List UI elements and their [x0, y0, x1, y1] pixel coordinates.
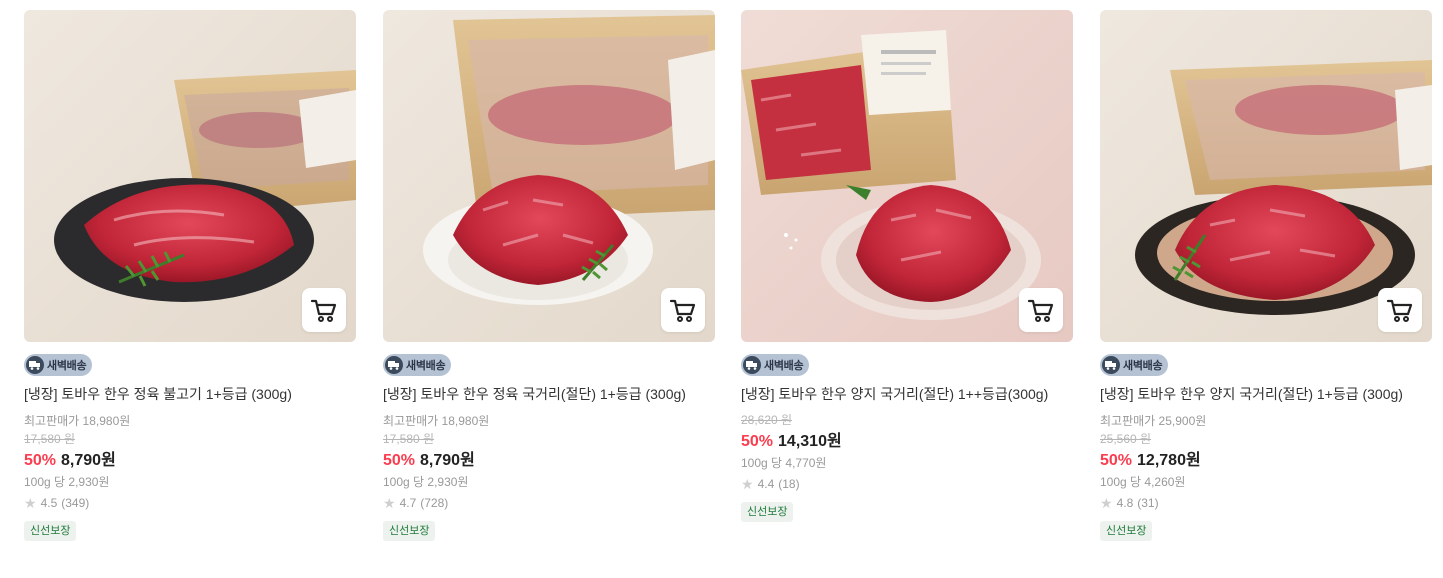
- badge-label: 새벽배송: [1123, 360, 1163, 372]
- product-image[interactable]: [24, 10, 356, 342]
- product-title[interactable]: [냉장] 토바우 한우 정육 국거리(절단) 1+등급 (300g): [383, 385, 715, 403]
- unit-price: 100g 당 4,260원: [1100, 475, 1186, 489]
- review-count: (18): [778, 477, 800, 491]
- price-row: 50% 14,310원: [741, 431, 1073, 453]
- product-title[interactable]: [냉장] 토바우 한우 양지 국거리(절단) 1++등급(300g): [741, 385, 1073, 403]
- product-image[interactable]: [383, 10, 715, 342]
- original-price: 17,580 원: [383, 432, 435, 446]
- dawn-delivery-badge: 새벽배송: [1100, 354, 1169, 376]
- product-card[interactable]: 새벽배송 [냉장] 토바우 한우 정육 국거리(절단) 1+등급 (300g) …: [383, 10, 715, 541]
- sale-price: 12,780원: [1137, 452, 1201, 469]
- price-row: 50% 12,780원: [1100, 450, 1432, 472]
- best-price: 최고판매가 25,900원: [1100, 414, 1207, 428]
- star-icon: ★: [383, 495, 396, 511]
- product-title[interactable]: [냉장] 토바우 한우 양지 국거리(절단) 1+등급 (300g): [1100, 385, 1432, 403]
- truck-icon: [26, 356, 44, 374]
- rating: ★ 4.5 (349): [24, 496, 356, 510]
- discount-rate: 50%: [741, 433, 774, 450]
- unit-price: 100g 당 4,770원: [741, 456, 827, 470]
- product-image[interactable]: [1100, 10, 1432, 342]
- discount-rate: 50%: [1100, 452, 1133, 469]
- truck-icon: [1102, 356, 1120, 374]
- fresh-guarantee-tag: 신선보장: [383, 521, 436, 541]
- sale-price: 14,310원: [778, 433, 842, 450]
- rating-score: 4.5: [40, 496, 58, 510]
- review-count: (349): [61, 496, 90, 510]
- review-count: (728): [420, 496, 449, 510]
- sale-price: 8,790원: [61, 452, 116, 469]
- fresh-guarantee-tag: 신선보장: [24, 521, 77, 541]
- add-to-cart-button[interactable]: [661, 288, 705, 332]
- product-grid: 새벽배송 [냉장] 토바우 한우 정육 불고기 1+등급 (300g) 최고판매…: [0, 0, 1443, 578]
- rating-score: 4.4: [757, 477, 775, 491]
- original-price: 28,620 원: [741, 413, 793, 427]
- star-icon: ★: [24, 495, 37, 511]
- review-count: (31): [1137, 496, 1159, 510]
- discount-rate: 50%: [383, 452, 416, 469]
- rating: ★ 4.7 (728): [383, 496, 715, 510]
- product-card[interactable]: 새벽배송 [냉장] 토바우 한우 양지 국거리(절단) 1+등급 (300g) …: [1100, 10, 1432, 541]
- best-price: 최고판매가 18,980원: [383, 414, 490, 428]
- truck-icon: [743, 356, 761, 374]
- unit-price: 100g 당 2,930원: [24, 475, 110, 489]
- product-card[interactable]: 새벽배송 [냉장] 토바우 한우 양지 국거리(절단) 1++등급(300g) …: [741, 10, 1073, 522]
- original-price: 17,580 원: [24, 432, 76, 446]
- star-icon: ★: [1100, 495, 1113, 511]
- rating: ★ 4.8 (31): [1100, 496, 1432, 510]
- star-icon: ★: [741, 476, 754, 492]
- fresh-guarantee-tag: 신선보장: [1100, 521, 1153, 541]
- cart-icon: [1027, 299, 1054, 322]
- add-to-cart-button[interactable]: [1019, 288, 1063, 332]
- product-image[interactable]: [741, 10, 1073, 342]
- best-price: 최고판매가 18,980원: [24, 414, 131, 428]
- discount-rate: 50%: [24, 452, 57, 469]
- rating: ★ 4.4 (18): [741, 477, 1073, 491]
- badge-label: 새벽배송: [47, 360, 87, 372]
- price-row: 50% 8,790원: [24, 450, 356, 472]
- dawn-delivery-badge: 새벽배송: [741, 354, 810, 376]
- add-to-cart-button[interactable]: [302, 288, 346, 332]
- unit-price: 100g 당 2,930원: [383, 475, 469, 489]
- cart-icon: [1386, 299, 1413, 322]
- cart-icon: [310, 299, 337, 322]
- cart-icon: [669, 299, 696, 322]
- truck-icon: [385, 356, 403, 374]
- product-title[interactable]: [냉장] 토바우 한우 정육 불고기 1+등급 (300g): [24, 385, 356, 403]
- fresh-guarantee-tag: 신선보장: [741, 502, 794, 522]
- sale-price: 8,790원: [420, 452, 475, 469]
- dawn-delivery-badge: 새벽배송: [383, 354, 452, 376]
- dawn-delivery-badge: 새벽배송: [24, 354, 93, 376]
- add-to-cart-button[interactable]: [1378, 288, 1422, 332]
- badge-label: 새벽배송: [764, 360, 804, 372]
- price-row: 50% 8,790원: [383, 450, 715, 472]
- original-price: 25,560 원: [1100, 432, 1152, 446]
- product-card[interactable]: 새벽배송 [냉장] 토바우 한우 정육 불고기 1+등급 (300g) 최고판매…: [24, 10, 356, 541]
- rating-score: 4.7: [399, 496, 417, 510]
- rating-score: 4.8: [1116, 496, 1134, 510]
- badge-label: 새벽배송: [406, 360, 446, 372]
